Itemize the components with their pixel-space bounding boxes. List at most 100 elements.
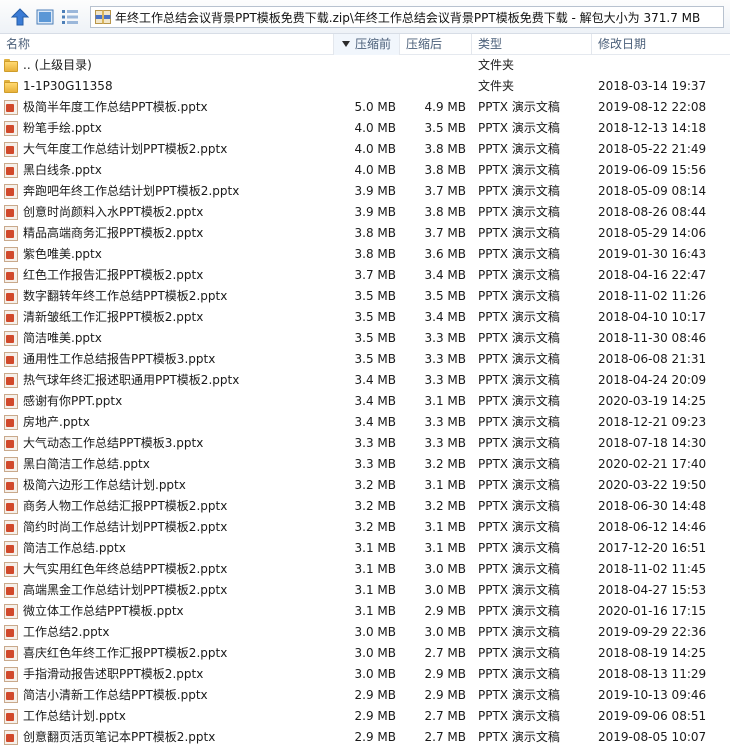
pptx-file-icon [4,415,18,430]
file-type: PPTX 演示文稿 [478,205,560,219]
compressed-size [400,76,466,97]
folder-icon [4,79,18,94]
file-row[interactable]: 奔跑吧年终工作总结计划PPT模板2.pptx 3.9 MB 3.7 MB PPTX 演… [0,181,730,202]
list-view-icon[interactable] [60,7,80,27]
file-name: 简洁小清新工作总结PPT模板.pptx [23,688,208,702]
modified-date: 2018-06-30 14:48 [598,499,707,513]
compressed-size: 3.7 MB [424,184,466,198]
column-modified-date[interactable]: 修改日期 [592,34,730,55]
toolbar: 年终工作总结会议背景PPT模板免费下载.zip\年终工作总结会议背景PPT模板免… [0,0,730,34]
pptx-file-icon [4,394,18,409]
file-row[interactable]: 微立体工作总结PPT模板.pptx 3.1 MB 2.9 MB PPTX 演示文稿 20… [0,601,730,622]
file-list: .. (上级目录) 文件夹 1-1P30G11358 文件夹 2018-03-14 19… [0,55,730,748]
file-row[interactable]: 大气年度工作总结计划PPT模板2.pptx 4.0 MB 3.8 MB PPTX 演示… [0,139,730,160]
modified-date: 2018-11-30 08:46 [598,331,707,345]
modified-date: 2018-03-14 19:37 [598,79,707,93]
file-type: PPTX 演示文稿 [478,184,560,198]
view-icon[interactable] [35,7,55,27]
pptx-file-icon [4,247,18,262]
file-name-cell: 手指滑动报告述职PPT模板2.pptx [4,664,334,685]
file-name: 极简半年度工作总结PPT模板.pptx [23,100,208,114]
column-name[interactable]: 名称 [0,34,334,55]
file-row[interactable]: 工作总结2.pptx 3.0 MB 3.0 MB PPTX 演示文稿 2019-09-2… [0,622,730,643]
file-row[interactable]: 粉笔手绘.pptx 4.0 MB 3.5 MB PPTX 演示文稿 2018-12-13… [0,118,730,139]
file-row[interactable]: 简洁工作总结.pptx 3.1 MB 3.1 MB PPTX 演示文稿 2017-12-… [0,538,730,559]
file-type: PPTX 演示文稿 [478,688,560,702]
pptx-file-icon [4,310,18,325]
folder-row[interactable]: 1-1P30G11358 文件夹 2018-03-14 19:37 [0,76,730,97]
file-name: 大气实用红色年终总结PPT模板2.pptx [23,562,228,576]
file-row[interactable]: 大气实用红色年终总结PPT模板2.pptx 3.1 MB 3.0 MB PPTX 演示… [0,559,730,580]
up-arrow-icon[interactable] [10,7,30,27]
file-row[interactable]: 数字翻转年终工作总结PPT模板2.pptx 3.5 MB 3.5 MB PPTX 演示… [0,286,730,307]
file-row[interactable]: 红色工作报告汇报PPT模板2.pptx 3.7 MB 3.4 MB PPTX 演示文稿… [0,265,730,286]
file-name-cell: 大气年度工作总结计划PPT模板2.pptx [4,139,334,160]
compressed-size: 3.3 MB [424,331,466,345]
packed-size: 3.9 MB [354,205,396,219]
file-type: PPTX 演示文稿 [478,478,560,492]
file-row[interactable]: 极简六边形工作总结计划.pptx 3.2 MB 3.1 MB PPTX 演示文稿 202… [0,475,730,496]
file-row[interactable]: 感谢有你PPT.pptx 3.4 MB 3.1 MB PPTX 演示文稿 2020-03… [0,391,730,412]
file-name: 手指滑动报告述职PPT模板2.pptx [23,667,204,681]
column-type[interactable]: 类型 [472,34,592,55]
file-name-cell: 简约时尚工作总结计划PPT模板2.pptx [4,517,334,538]
file-row[interactable]: 简洁唯美.pptx 3.5 MB 3.3 MB PPTX 演示文稿 2018-11-30… [0,328,730,349]
file-row[interactable]: 紫色唯美.pptx 3.8 MB 3.6 MB PPTX 演示文稿 2019-01-30… [0,244,730,265]
file-row[interactable]: 大气动态工作总结PPT模板3.pptx 3.3 MB 3.3 MB PPTX 演示文稿… [0,433,730,454]
file-row[interactable]: 黑白简洁工作总结.pptx 3.3 MB 3.2 MB PPTX 演示文稿 2020-0… [0,454,730,475]
file-type: PPTX 演示文稿 [478,289,560,303]
file-name-cell: .. (上级目录) [4,55,334,76]
file-row[interactable]: 高端黑金工作总结计划PPT模板2.pptx 3.1 MB 3.0 MB PPTX 演示… [0,580,730,601]
column-header: 名称 压缩前 压缩后 类型 修改日期 [0,34,730,55]
packed-size: 3.1 MB [354,604,396,618]
file-row[interactable]: 工作总结计划.pptx 2.9 MB 2.7 MB PPTX 演示文稿 2019-09-… [0,706,730,727]
file-type: PPTX 演示文稿 [478,604,560,618]
file-name: 粉笔手绘.pptx [23,121,102,135]
address-bar[interactable]: 年终工作总结会议背景PPT模板免费下载.zip\年终工作总结会议背景PPT模板免… [90,6,724,28]
file-type: PPTX 演示文稿 [478,163,560,177]
pptx-file-icon [4,121,18,136]
modified-date: 2019-08-05 10:07 [598,730,707,744]
compressed-size: 2.9 MB [424,667,466,681]
file-name-cell: 微立体工作总结PPT模板.pptx [4,601,334,622]
pptx-file-icon [4,730,18,745]
file-name: 工作总结计划.pptx [23,709,126,723]
column-packed-size[interactable]: 压缩前 [334,34,400,55]
file-row[interactable]: 创意时尚颜料入水PPT模板2.pptx 3.9 MB 3.8 MB PPTX 演示文稿… [0,202,730,223]
pptx-file-icon [4,457,18,472]
file-row[interactable]: 黑白线条.pptx 4.0 MB 3.8 MB PPTX 演示文稿 2019-06-09… [0,160,730,181]
file-name: 极简六边形工作总结计划.pptx [23,478,186,492]
packed-size: 2.9 MB [354,730,396,744]
pptx-file-icon [4,436,18,451]
file-name-cell: 奔跑吧年终工作总结计划PPT模板2.pptx [4,181,334,202]
folder-row[interactable]: .. (上级目录) 文件夹 [0,55,730,76]
file-row[interactable]: 手指滑动报告述职PPT模板2.pptx 3.0 MB 2.9 MB PPTX 演示文稿… [0,664,730,685]
compressed-size: 3.4 MB [424,268,466,282]
modified-date: 2019-06-09 15:56 [598,163,707,177]
file-row[interactable]: 精品高端商务汇报PPT模板2.pptx 3.8 MB 3.7 MB PPTX 演示文稿… [0,223,730,244]
file-type: PPTX 演示文稿 [478,583,560,597]
file-row[interactable]: 清新皱纸工作汇报PPT模板2.pptx 3.5 MB 3.4 MB PPTX 演示文稿… [0,307,730,328]
file-row[interactable]: 喜庆红色年终工作汇报PPT模板2.pptx 3.0 MB 2.7 MB PPTX 演示… [0,643,730,664]
file-name-cell: 大气动态工作总结PPT模板3.pptx [4,433,334,454]
file-type: PPTX 演示文稿 [478,730,560,744]
packed-size [334,55,396,76]
column-packed-size-label: 压缩前 [355,37,392,51]
file-name-cell: 热气球年终汇报述职通用PPT模板2.pptx [4,370,334,391]
modified-date [598,55,728,76]
pptx-file-icon [4,688,18,703]
compressed-size: 2.7 MB [424,730,466,744]
file-name: .. (上级目录) [23,58,92,72]
file-row[interactable]: 热气球年终汇报述职通用PPT模板2.pptx 3.4 MB 3.3 MB PPTX 演… [0,370,730,391]
file-row[interactable]: 极简半年度工作总结PPT模板.pptx 5.0 MB 4.9 MB PPTX 演示文稿… [0,97,730,118]
file-row[interactable]: 简洁小清新工作总结PPT模板.pptx 2.9 MB 2.9 MB PPTX 演示文稿… [0,685,730,706]
file-row[interactable]: 简约时尚工作总结计划PPT模板2.pptx 3.2 MB 3.1 MB PPTX 演示… [0,517,730,538]
file-row[interactable]: 通用性工作总结报告PPT模板3.pptx 3.5 MB 3.3 MB PPTX 演示文… [0,349,730,370]
packed-size [334,76,396,97]
packed-size: 3.9 MB [354,184,396,198]
file-row[interactable]: 商务人物工作总结汇报PPT模板2.pptx 3.2 MB 3.2 MB PPTX 演示… [0,496,730,517]
column-compressed-size[interactable]: 压缩后 [400,34,472,55]
file-row[interactable]: 房地产.pptx 3.4 MB 3.3 MB PPTX 演示文稿 2018-12-21 … [0,412,730,433]
modified-date: 2020-01-16 17:15 [598,604,707,618]
file-row[interactable]: 创意翻页活页笔记本PPT模板2.pptx 2.9 MB 2.7 MB PPTX 演示文… [0,727,730,748]
